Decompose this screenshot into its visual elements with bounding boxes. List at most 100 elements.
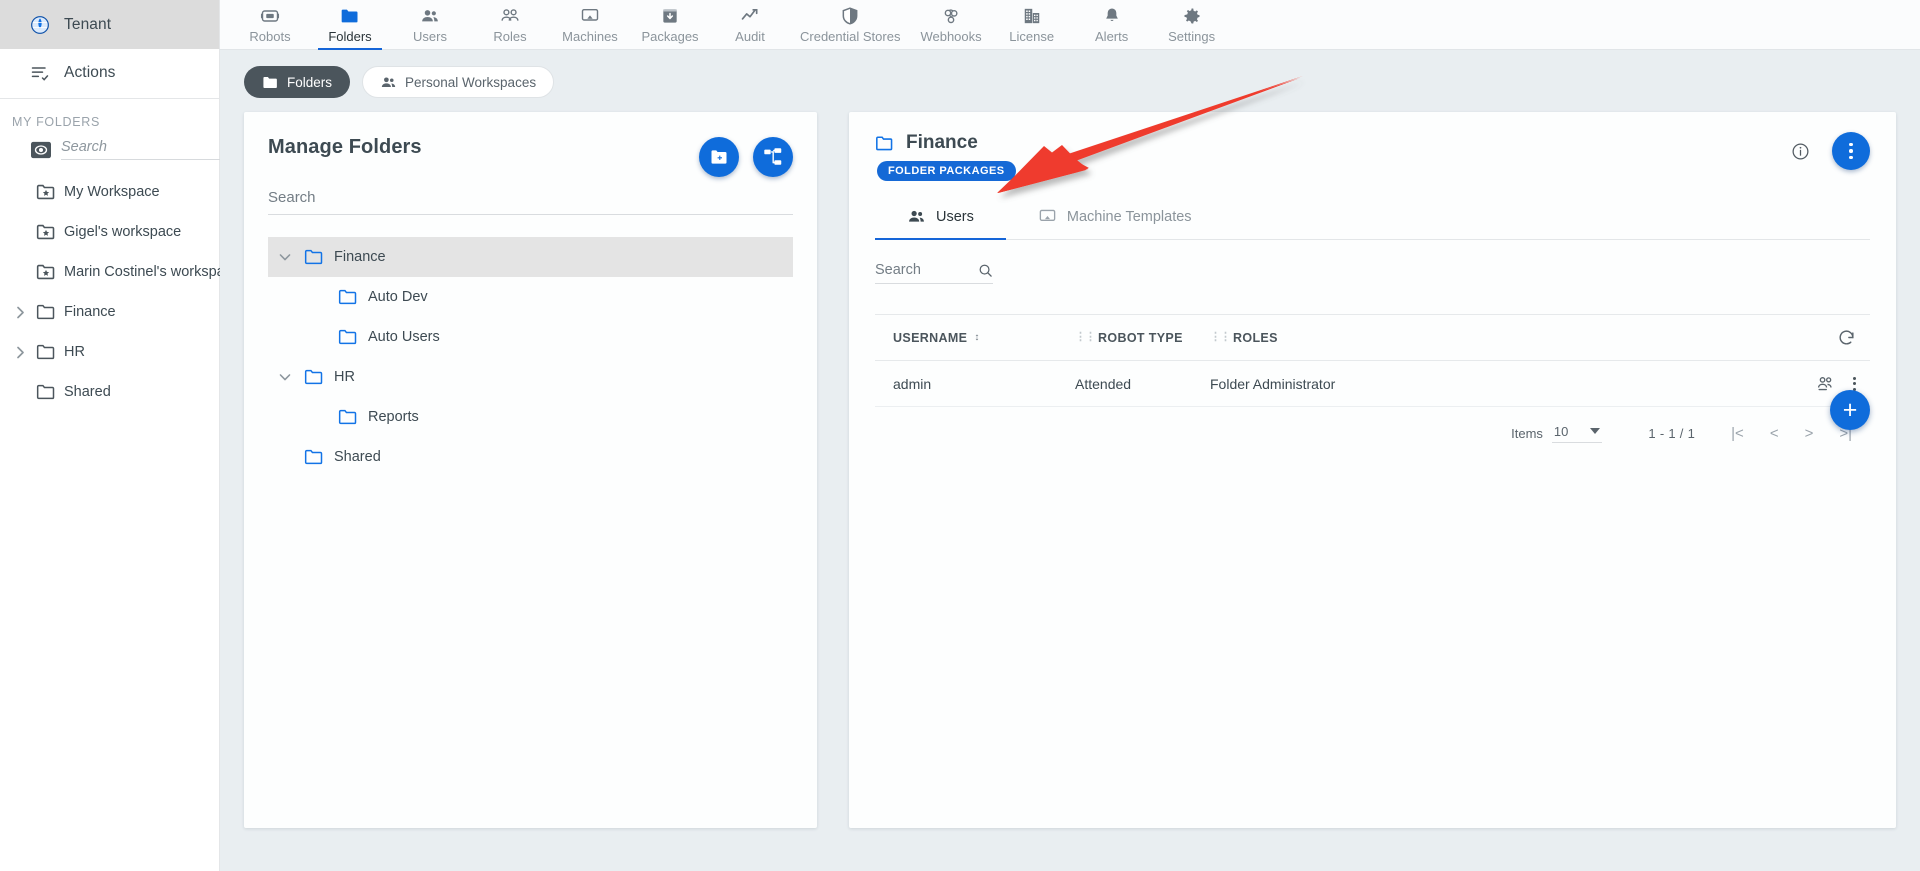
column-header-roles[interactable]: ⋮⋮ ROLES	[1210, 331, 1780, 345]
users-icon	[380, 74, 397, 91]
tab-machine-templates[interactable]: Machine Templates	[1006, 207, 1224, 239]
sidebar-section-title: MY FOLDERS	[12, 115, 101, 129]
folder-tree-search-field[interactable]	[268, 189, 793, 215]
kebab-dot	[1853, 382, 1856, 385]
nav-tab-packages[interactable]: Packages	[630, 0, 710, 50]
items-per-page-select[interactable]: 10	[1551, 423, 1603, 443]
sidebar-folder-shared[interactable]: Shared	[0, 372, 219, 412]
tree-node-shared[interactable]: Shared	[268, 437, 793, 477]
folder-icon	[36, 342, 56, 362]
pagination-controls: |< < > >|	[1731, 426, 1852, 441]
tree-node-hr[interactable]: HR	[268, 357, 793, 397]
chip-personal-workspaces[interactable]: Personal Workspaces	[362, 66, 555, 98]
add-folder-button[interactable]	[699, 137, 739, 177]
sidebar-folder-finance[interactable]: Finance	[0, 292, 219, 332]
sidebar-folder-gigel-s-workspace[interactable]: Gigel's workspace	[0, 212, 219, 252]
nav-tab-license[interactable]: License	[992, 0, 1072, 50]
chevron-right-icon[interactable]	[12, 346, 28, 359]
shield-icon	[840, 6, 860, 26]
gear-icon	[1182, 6, 1202, 26]
nav-tab-webhooks[interactable]: Webhooks	[910, 0, 991, 50]
tree-node-label: Shared	[334, 449, 381, 465]
top-navigation: Robots Folders Users Roles Machines Packa…	[220, 0, 1920, 50]
items-per-page-value: 10	[1553, 423, 1569, 439]
column-header-username[interactable]: USERNAME ↕	[875, 331, 1075, 345]
left-sidebar: Tenant Actions MY FOLDERS Search My Work…	[0, 0, 265, 871]
sidebar-folder-label: Shared	[64, 384, 111, 400]
users-search-field[interactable]	[875, 262, 993, 284]
sidebar-folder-my-workspace[interactable]: My Workspace	[0, 172, 219, 212]
nav-tab-label: Alerts	[1095, 29, 1129, 44]
workspace-folder-icon	[36, 222, 56, 242]
chip-folders[interactable]: Folders	[244, 66, 351, 98]
nav-tab-audit[interactable]: Audit	[710, 0, 790, 50]
nav-tab-label: Roles	[493, 29, 527, 44]
sidebar-tenant-label: Tenant	[64, 15, 112, 33]
tree-node-auto-dev[interactable]: Auto Dev	[268, 277, 793, 317]
kebab-dot	[1849, 142, 1853, 147]
nav-tab-label: Packages	[641, 29, 699, 44]
tab-users[interactable]: Users	[875, 207, 1006, 240]
next-page-button[interactable]: >	[1805, 426, 1814, 441]
nav-tab-credential-stores[interactable]: Credential Stores	[790, 0, 910, 50]
sidebar-actions-label: Actions	[64, 63, 116, 81]
sidebar-item-actions[interactable]: Actions	[0, 49, 219, 96]
chip-label: Folders	[287, 74, 333, 90]
building-icon	[1022, 6, 1042, 26]
nav-tab-robots[interactable]: Robots	[230, 0, 310, 50]
refresh-icon[interactable]	[1837, 328, 1856, 347]
folder-icon	[36, 382, 56, 402]
column-header-robot-type[interactable]: ⋮⋮ ROBOT TYPE	[1075, 331, 1210, 345]
status-badge: FOLDER PACKAGES	[877, 161, 1016, 181]
roles-icon	[500, 6, 520, 26]
first-page-button[interactable]: |<	[1731, 426, 1744, 441]
nav-tab-label: Machines	[562, 29, 618, 44]
chevron-right-icon[interactable]	[12, 306, 28, 319]
sidebar-folder-hr[interactable]: HR	[0, 332, 219, 372]
folder-detail-header: Finance FOLDER PACKAGES	[875, 132, 1870, 181]
row-more-options-button[interactable]	[1853, 376, 1856, 391]
add-user-button[interactable]: +	[1830, 390, 1870, 430]
manage-folders-panel: Manage Folders Search Finance Auto Dev A…	[244, 112, 817, 828]
prev-page-button[interactable]: <	[1770, 426, 1779, 441]
column-label: ROLES	[1233, 330, 1278, 345]
machine-monitor-icon	[580, 6, 600, 26]
search-icon	[978, 263, 993, 278]
nav-tab-settings[interactable]: Settings	[1152, 0, 1232, 50]
nav-tab-label: Settings	[1168, 29, 1216, 44]
sort-icon: ↕	[974, 331, 980, 343]
chevron-down-icon[interactable]	[276, 253, 294, 262]
nav-tab-roles[interactable]: Roles	[470, 0, 550, 50]
table-row[interactable]: admin Attended Folder Administrator	[875, 361, 1870, 407]
nav-tab-folders[interactable]: Folders	[310, 0, 390, 50]
tree-node-label: Auto Users	[368, 329, 440, 345]
column-resize-grip[interactable]: ⋮⋮	[1075, 332, 1096, 343]
column-resize-grip[interactable]: ⋮⋮	[1210, 332, 1231, 343]
folder-icon	[36, 302, 56, 322]
info-icon[interactable]	[1791, 142, 1810, 161]
folder-more-options-button[interactable]	[1832, 132, 1870, 170]
column-label: ROBOT TYPE	[1098, 330, 1183, 345]
eye-toggle-icon[interactable]	[30, 140, 52, 160]
folder-icon	[340, 6, 360, 26]
folder-hierarchy-button[interactable]	[753, 137, 793, 177]
manage-user-icon[interactable]	[1816, 374, 1835, 393]
tree-node-auto-users[interactable]: Auto Users	[268, 317, 793, 357]
tree-node-reports[interactable]: Reports	[268, 397, 793, 437]
chevron-down-icon[interactable]	[276, 373, 294, 382]
main-region: Robots Folders Users Roles Machines Packa…	[220, 0, 1920, 871]
folder-icon	[304, 247, 324, 267]
nav-tab-alerts[interactable]: Alerts	[1072, 0, 1152, 50]
sidebar-folder-marin-costinel-s-workspace[interactable]: Marin Costinel's workspace	[0, 252, 240, 292]
nav-tab-users[interactable]: Users	[390, 0, 470, 50]
folder-icon	[304, 367, 324, 387]
sidebar-item-tenant[interactable]: Tenant	[0, 0, 219, 49]
folder-tree-search-input[interactable]	[268, 189, 793, 206]
cell-robot-type: Attended	[1075, 375, 1132, 392]
panel-action-buttons	[699, 137, 793, 177]
nav-tab-machines[interactable]: Machines	[550, 0, 630, 50]
users-search-input[interactable]	[875, 262, 970, 278]
tree-node-finance[interactable]: Finance	[268, 237, 793, 277]
machine-monitor-icon	[1038, 207, 1057, 226]
package-download-icon	[660, 6, 680, 26]
